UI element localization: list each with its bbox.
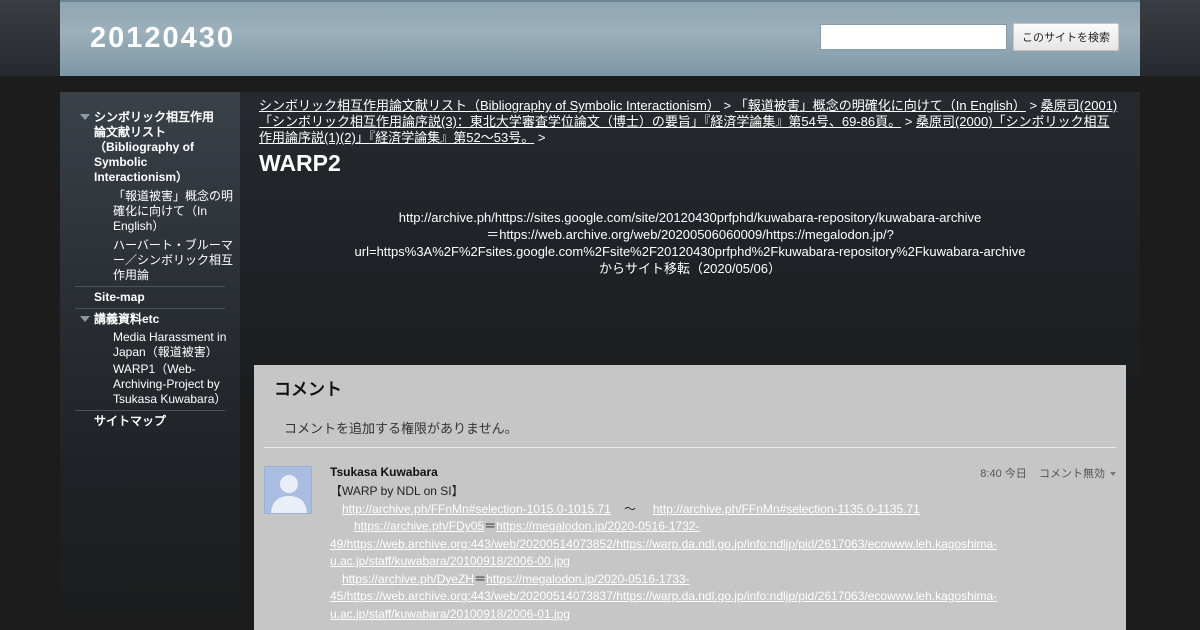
page-body: http://archive.ph/https://sites.google.c… [340, 209, 1040, 277]
no-permission-message: コメントを追加する権限がありません。 [284, 421, 518, 436]
expand-arrow-icon[interactable] [80, 114, 90, 120]
breadcrumb-separator: > [537, 130, 546, 145]
breadcrumb-separator: > [1029, 98, 1038, 113]
breadcrumb-link[interactable]: 「報道被害」概念の明確化に向けて（In English） [735, 98, 1026, 113]
comment-link-line: https://archive.ph/DyeZH＝https://megalod… [330, 571, 1030, 624]
breadcrumb-separator: > [904, 114, 913, 129]
comment-link[interactable]: https://archive.ph/FDy05 [354, 519, 484, 533]
comment-link-line: http://archive.ph/FFnMn#selection-1015.0… [330, 501, 1030, 519]
user-silhouette-icon [265, 467, 311, 513]
body-line: ＝https://web.archive.org/web/20200506060… [486, 227, 894, 242]
comment-link[interactable]: http://archive.ph/FFnMn#selection-1015.0… [342, 502, 611, 516]
sidebar-divider [75, 410, 225, 411]
comments-divider [264, 447, 1116, 448]
comment-body: 【WARP by NDL on SI】 http://archive.ph/FF… [330, 483, 1030, 623]
sidebar: シンボリック相互作用論文献リスト（Bibliography of Symboli… [60, 92, 240, 630]
sidebar-divider [75, 286, 225, 287]
sidebar-item-site-map[interactable]: Site-map [75, 290, 225, 305]
sidebar-item-label[interactable]: サイトマップ [94, 414, 166, 428]
sidebar-nav: シンボリック相互作用論文献リスト（Bibliography of Symboli… [75, 110, 233, 429]
sidebar-item-media-harm-concept[interactable]: 「報道被害」概念の明確化に向けて（In English） [75, 189, 237, 234]
sidebar-item-blumer[interactable]: ハーバート・ブルーマー／シンボリック相互作用論 [75, 238, 237, 283]
sidebar-item-label[interactable]: WARP1（Web-Archiving-Project by Tsukasa K… [113, 362, 226, 406]
body-line: url=https%3A%2F%2Fsites.google.com%2Fsit… [354, 244, 1026, 259]
main-content: シンボリック相互作用論文献リスト（Bibliography of Symboli… [240, 92, 1140, 630]
body-line: http://archive.ph/https://sites.google.c… [398, 210, 982, 225]
search-button[interactable]: このサイトを検索 [1013, 23, 1119, 51]
equals-separator: ＝ [484, 519, 497, 533]
sidebar-item-label[interactable]: 講義資料etc [94, 312, 159, 326]
sidebar-item-lecture-materials[interactable]: 講義資料etc [75, 312, 225, 327]
comment-link[interactable]: http://archive.ph/FFnMn#selection-1135.0… [653, 502, 920, 516]
sidebar-item-warp1[interactable]: WARP1（Web-Archiving-Project by Tsukasa K… [75, 362, 237, 407]
breadcrumb-separator: > [723, 98, 732, 113]
sidebar-item-label[interactable]: 「報道被害」概念の明確化に向けて（In English） [113, 189, 233, 233]
sidebar-item-sitemap-ja[interactable]: サイトマップ [75, 414, 225, 429]
comments-section: コメント コメントを追加する権限がありません。 Tsukasa Kuwabara… [254, 365, 1126, 630]
sidebar-item-label[interactable]: Site-map [94, 290, 145, 304]
sidebar-item-label[interactable]: Media Harassment in Japan（報道被害） [113, 330, 226, 359]
body-line: からサイト移転（2020/05/06） [598, 261, 782, 276]
comment-meta: 8:40 今日 コメント無効 [980, 465, 1116, 481]
page-title: WARP2 [259, 150, 341, 176]
search-input[interactable] [820, 24, 1007, 50]
disable-comment-button[interactable]: コメント無効 [1039, 468, 1105, 480]
breadcrumb-link[interactable]: シンボリック相互作用論文献リスト（Bibliography of Symboli… [259, 98, 720, 113]
comment-link-line: https://archive.ph/FDy05＝https://megalod… [330, 518, 1030, 571]
sidebar-item-bibliography[interactable]: シンボリック相互作用論文献リスト（Bibliography of Symboli… [75, 110, 225, 185]
comment-author: Tsukasa Kuwabara [330, 465, 438, 479]
chevron-down-icon[interactable] [1110, 472, 1116, 477]
sidebar-divider [75, 308, 225, 309]
equals-separator: ＝ [474, 571, 487, 586]
expand-arrow-icon[interactable] [80, 316, 90, 322]
tilde-separator: ～ [624, 501, 637, 516]
sidebar-item-label[interactable]: ハーバート・ブルーマー／シンボリック相互作用論 [113, 238, 233, 282]
breadcrumb: シンボリック相互作用論文献リスト（Bibliography of Symboli… [259, 98, 1119, 146]
comment-link[interactable]: https://archive.ph/DyeZH [342, 572, 474, 586]
comments-heading: コメント [274, 380, 342, 399]
site-title[interactable]: 20120430 [90, 22, 235, 55]
sidebar-item-label[interactable]: シンボリック相互作用論文献リスト（Bibliography of Symboli… [94, 110, 214, 184]
comment-time: 8:40 今日 [980, 468, 1027, 480]
site-header: 20120430 このサイトを検索 [60, 0, 1140, 76]
comment-title-line: 【WARP by NDL on SI】 [330, 484, 464, 498]
avatar [264, 466, 312, 514]
sidebar-item-media-harassment[interactable]: Media Harassment in Japan（報道被害） [75, 330, 237, 360]
